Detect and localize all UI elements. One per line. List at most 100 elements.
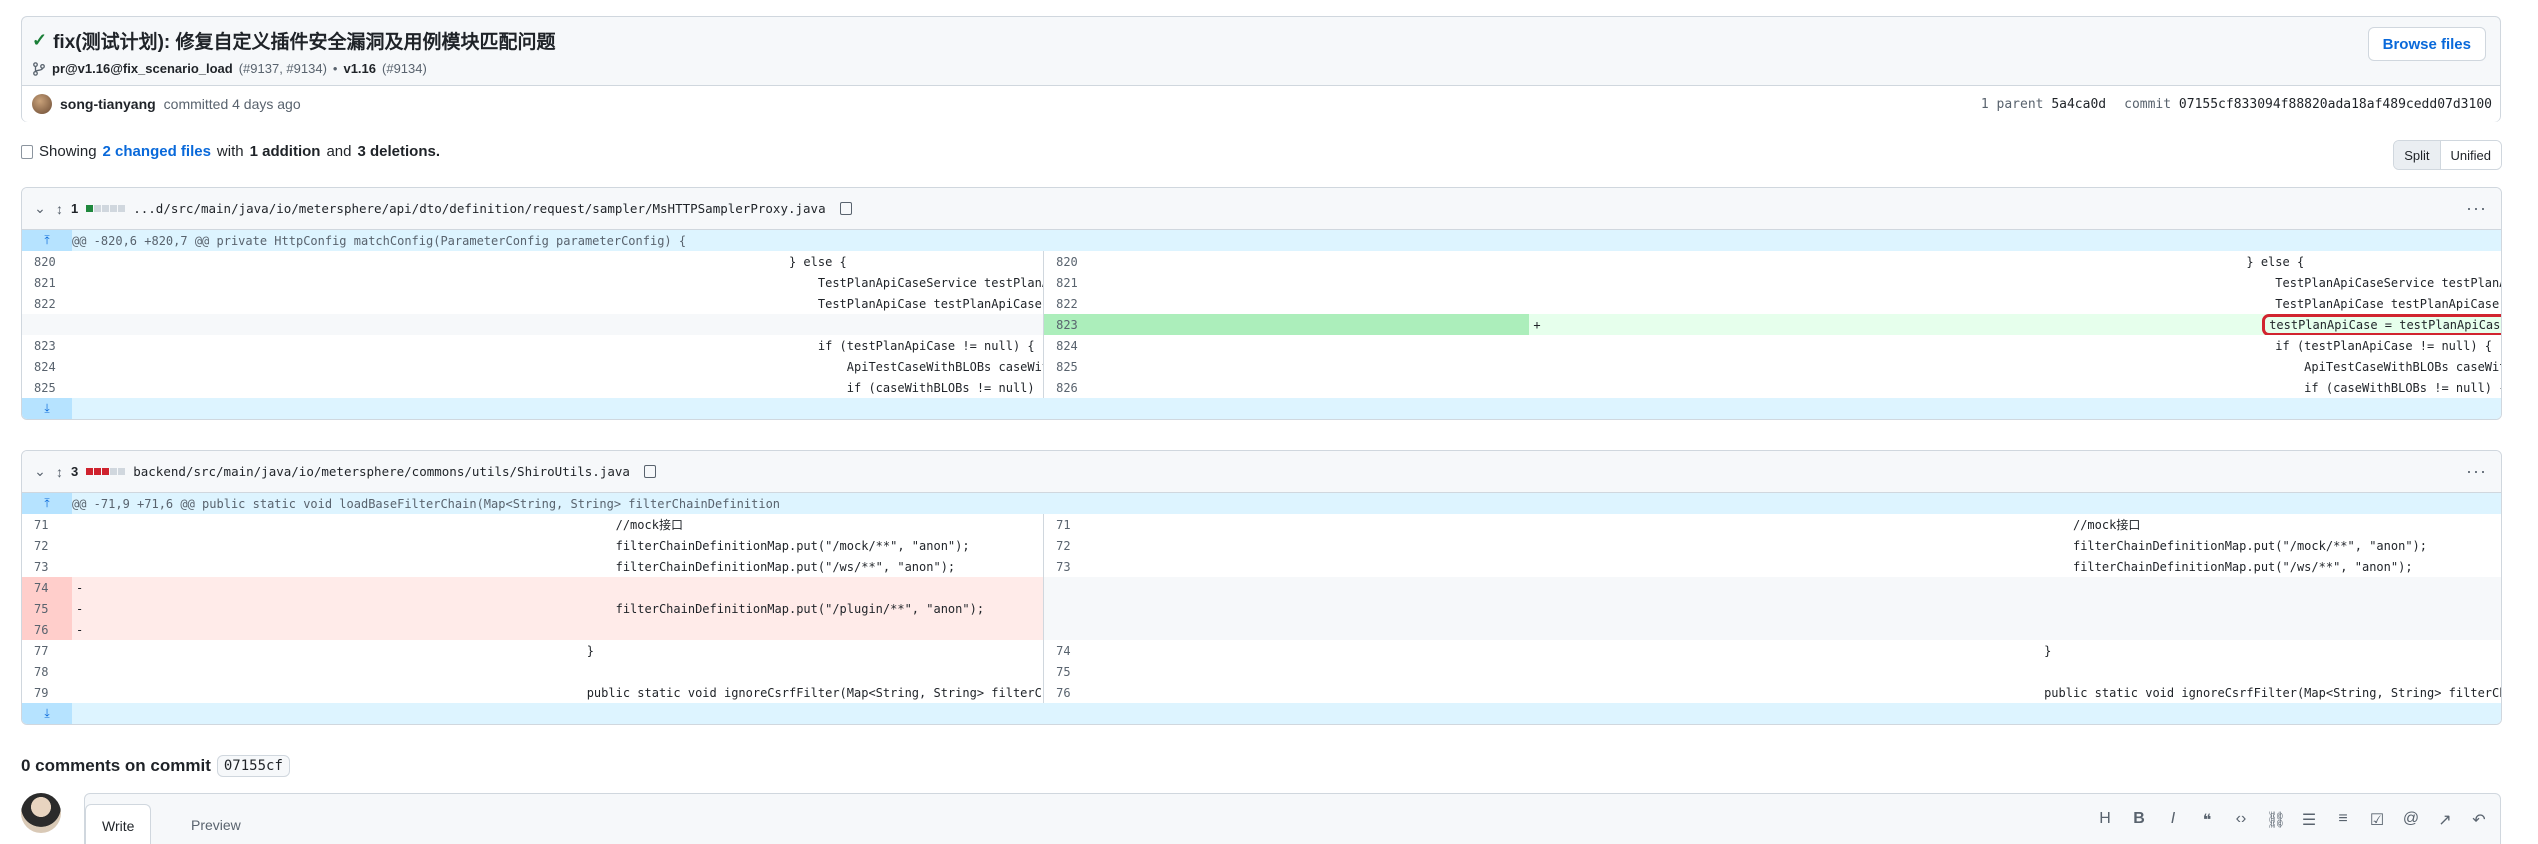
parent-sha[interactable]: 5a4ca0d [2051,97,2106,112]
line-num-right[interactable]: 821 [1043,272,1530,293]
line-num-right[interactable]: 73 [1043,556,1530,577]
italic-icon[interactable]: I [2164,810,2182,830]
line-num-left[interactable]: 821 [22,272,72,293]
expand-row: ⤓ [22,398,2501,419]
code-left: } else { [557,254,847,269]
line-num-right[interactable]: 822 [1043,293,1530,314]
hunk-text: @@ -71,9 +71,6 @@ public static void loa… [72,493,2501,514]
line-num-left[interactable]: 825 [22,377,72,398]
diff-row: 824 ApiTestCaseWithBLOBs caseWithBLOBs =… [22,356,2501,377]
undo-icon[interactable]: ↶ [2470,810,2488,830]
sha-area: 1 parent 5a4ca0d commit 07155cf833094f88… [1981,86,2492,123]
reference-icon[interactable]: ↗ [2436,810,2454,830]
heading-icon[interactable]: H [2096,810,2114,830]
tag-name[interactable]: v1.16 [343,61,376,76]
copy-icon[interactable] [839,202,852,215]
browse-files-button[interactable]: Browse files [2367,27,2486,61]
avatar[interactable] [21,793,61,833]
line-num-left[interactable]: 72 [22,535,72,556]
line-num-left[interactable]: 77 [22,640,72,661]
task-list-icon[interactable]: ☑ [2368,810,2386,830]
avatar[interactable] [32,94,52,114]
hunk-header: ⤒ @@ -71,9 +71,6 @@ public static void l… [22,493,2501,514]
line-num-right[interactable]: 824 [1043,335,1530,356]
quote-icon[interactable]: ❝ [2198,810,2216,830]
line-num-left[interactable]: 820 [22,251,72,272]
line-num-left[interactable]: 74 [22,577,72,598]
expand-all-icon[interactable]: ↕ [56,201,63,217]
line-num-left[interactable]: 76 [22,619,72,640]
deleted-marker: - [72,577,558,598]
line-num-right[interactable]: 74 [1043,640,1530,661]
code-right: } [2015,643,2052,658]
branch-refs[interactable]: (#9137, #9134) [239,61,327,76]
diff-row: 79 public static void ignoreCsrfFilter(M… [22,682,2501,703]
chevron-down-icon[interactable]: ⌄ [32,200,48,217]
tab-write[interactable]: Write [85,804,152,844]
author-name[interactable]: song-tianyang [60,96,156,112]
copy-icon[interactable] [643,465,656,478]
deleted-code: filterChainDefinitionMap.put("/plugin/**… [557,601,985,616]
split-view-button[interactable]: Split [2394,141,2441,169]
diff-row: 820 } else { 820 } else { [22,251,2501,272]
code-right-empty [2015,619,2501,640]
kebab-menu-icon[interactable]: ··· [2466,461,2487,482]
added-code-highlighted: testPlanApiCase = testPlanApiCase == nul… [2262,314,2501,335]
file-header: ⌄ ↕ 3 backend/src/main/java/io/metersphe… [22,451,2501,493]
line-num-left[interactable]: 78 [22,661,72,682]
file-path[interactable]: ...d/src/main/java/io/metersphere/api/dt… [133,201,825,216]
code-right: ApiTestCaseWithBLOBs caseWithBLOBs = api… [2304,359,2501,374]
code-right: filterChainDefinitionMap.put("/mock/**",… [2015,538,2427,553]
expand-all-icon[interactable]: ↕ [56,464,63,480]
line-num-left[interactable]: 71 [22,514,72,535]
markdown-toolbar: H B I ❝ ‹› ⛓ ☰ ≡ ☑ @ ↗ ↶ [2096,810,2488,830]
line-num-right[interactable]: 823 [1043,314,1530,335]
commit-sha: 07155cf833094f88820ada18af489cedd07d3100 [2178,97,2492,112]
unified-view-button[interactable]: Unified [2440,141,2501,169]
code-left-empty [557,314,1044,335]
comment-commit-sha: 07155cf [216,755,290,777]
diff-row: 77 } 74 } [22,640,2501,661]
line-num-left[interactable]: 79 [22,682,72,703]
commit-title: fix(测试计划): 修复自定义插件安全漏洞及用例模块匹配问题 [53,32,556,53]
file-path[interactable]: backend/src/main/java/io/metersphere/com… [133,464,630,479]
code-left: filterChainDefinitionMap.put("/ws/**", "… [557,559,956,574]
expand-down-icon[interactable]: ⤓ [22,703,72,724]
link-icon[interactable]: ⛓ [2266,810,2286,830]
line-num-right[interactable]: 820 [1043,251,1530,272]
chevron-down-icon[interactable]: ⌄ [32,463,48,480]
line-num-right[interactable]: 826 [1043,377,1530,398]
expand-up-icon[interactable]: ⤒ [22,230,72,251]
diff-row: 823 if (testPlanApiCase != null) { 824 i… [22,335,2501,356]
line-num-left[interactable]: 73 [22,556,72,577]
diff-view-toggle: Split Unified [2393,140,2502,170]
line-num-right[interactable]: 75 [1043,661,1530,682]
expand-down-icon[interactable]: ⤓ [22,398,72,419]
tab-preview[interactable]: Preview [175,804,257,844]
code-left [557,577,1044,598]
line-num-left[interactable]: 75 [22,598,72,619]
branch-name[interactable]: pr@v1.16@fix_scenario_load [52,61,233,76]
line-num-right[interactable]: 76 [1043,682,1530,703]
ordered-list-icon[interactable]: ≡ [2334,810,2352,830]
code-icon[interactable]: ‹› [2232,810,2250,830]
code-right: public static void ignoreCsrfFilter(Map<… [2044,685,2501,700]
kebab-menu-icon[interactable]: ··· [2466,198,2487,219]
expand-up-icon[interactable]: ⤒ [22,493,72,514]
line-num-right[interactable]: 825 [1043,356,1530,377]
additions-count: 1 addition [249,143,321,160]
line-num-right[interactable]: 71 [1043,514,1530,535]
changed-files-link[interactable]: 2 changed files [103,143,211,160]
tag-ref[interactable]: (#9134) [382,61,427,76]
mention-icon[interactable]: @ [2402,810,2420,830]
unordered-list-icon[interactable]: ☰ [2300,810,2318,830]
line-num-right[interactable]: 72 [1043,535,1530,556]
line-num-left[interactable]: 824 [22,356,72,377]
line-num-left[interactable]: 823 [22,335,72,356]
code-left: //mock接口 [557,518,683,532]
line-num-left[interactable]: 822 [22,293,72,314]
diffstat-bar [86,468,126,475]
bold-icon[interactable]: B [2130,810,2148,830]
file-diff-2: ⌄ ↕ 3 backend/src/main/java/io/metersphe… [21,450,2502,725]
code-left: } [557,643,594,658]
